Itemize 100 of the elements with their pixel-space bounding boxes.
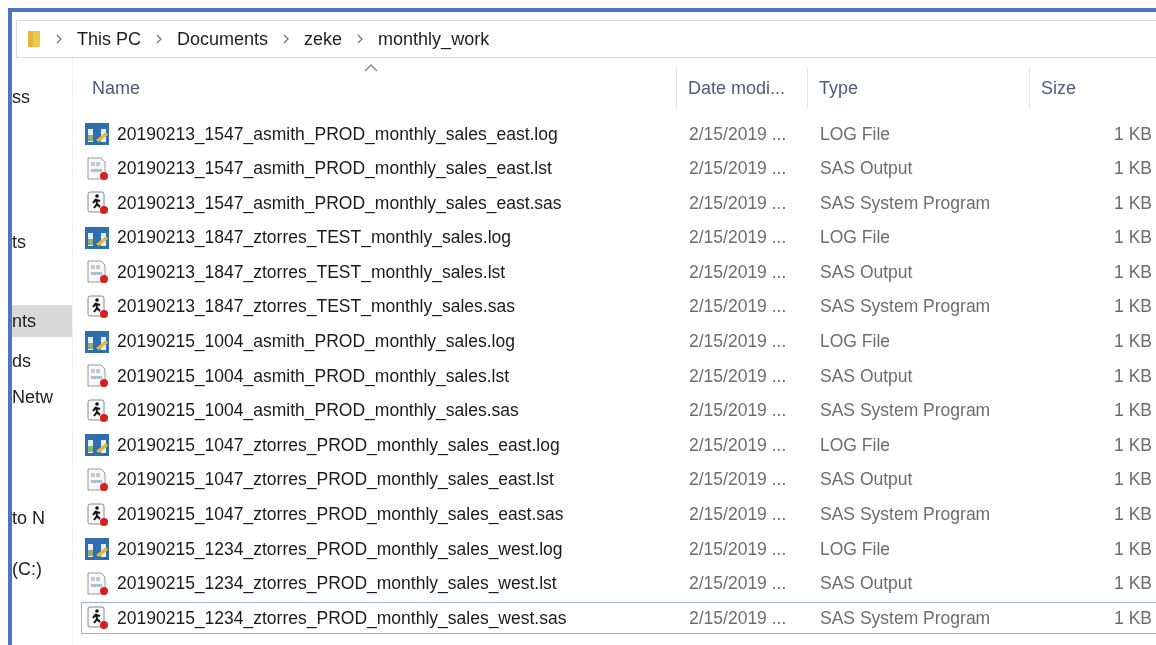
- document-icon: [84, 364, 110, 389]
- file-row[interactable]: 20190215_1047_ztorres_PROD_monthly_sales_east.log 2/15/2019 ... LOG File 1 KB: [81, 429, 1156, 462]
- nav-item[interactable]: (C:): [12, 553, 72, 585]
- file-row[interactable]: 20190215_1047_ztorres_PROD_monthly_sales_east.lst 2/15/2019 ... SAS Output 1 KB: [81, 463, 1156, 496]
- nav-item[interactable]: ds: [12, 345, 72, 377]
- type-cell-text: SAS Output: [819, 469, 914, 491]
- type-cell-text: SAS System Program: [819, 607, 992, 629]
- date-cell-text: 2/15/2019 ...: [688, 469, 788, 491]
- date-cell-text: 2/15/2019 ...: [688, 331, 788, 353]
- chevron-icon: [55, 34, 63, 44]
- file-row[interactable]: 20190213_1547_asmith_PROD_monthly_sales_east.sas 2/15/2019 ... SAS System Program 1 KB: [81, 187, 1156, 220]
- size-cell-text: 1 KB: [1113, 434, 1152, 456]
- size-cell-text: 1 KB: [1113, 573, 1152, 595]
- type-cell-text: SAS Output: [819, 261, 914, 283]
- column-header[interactable]: Type: [807, 68, 1029, 108]
- date-cell-text: 2/15/2019 ...: [688, 434, 788, 456]
- file-row[interactable]: 20190215_1004_asmith_PROD_monthly_sales.sas 2/15/2019 ... SAS System Program 1 KB: [81, 394, 1156, 427]
- file-name: 20190215_1047_ztorres_PROD_monthly_sales_east.log: [117, 434, 560, 456]
- chevron-icon: [282, 34, 291, 44]
- breadcrumb-item[interactable]: Documents: [177, 28, 269, 50]
- log-file-icon: [84, 225, 110, 250]
- nav-item[interactable]: to N: [12, 502, 72, 534]
- log-file-icon: [84, 122, 110, 146]
- size-cell-text: 1 KB: [1113, 296, 1152, 318]
- date-cell-text: 2/15/2019 ...: [688, 123, 788, 145]
- file-name: 20190215_1234_ztorres_PROD_monthly_sales_west.log: [117, 538, 563, 560]
- size-cell-text: 1 KB: [1113, 123, 1152, 145]
- type-cell-text: LOG File: [819, 123, 892, 145]
- type-cell-text: LOG File: [819, 331, 892, 353]
- date-cell-text: 2/15/2019 ...: [688, 261, 788, 283]
- document-icon: [84, 156, 110, 181]
- size-cell-text: 1 KB: [1113, 331, 1152, 353]
- runner-icon: [84, 502, 110, 527]
- nav-item[interactable]: nts: [12, 305, 72, 337]
- size-cell-text: 1 KB: [1113, 504, 1152, 526]
- column-header[interactable]: Date modi...: [676, 68, 807, 108]
- file-name: 20190215_1047_ztorres_PROD_monthly_sales_east.sas: [117, 504, 564, 526]
- file-name: 20190215_1004_asmith_PROD_monthly_sales.sas: [117, 400, 519, 422]
- date-cell-text: 2/15/2019 ...: [688, 400, 788, 422]
- file-name: 20190215_1234_ztorres_PROD_monthly_sales_west.lst: [117, 573, 557, 595]
- file-name: 20190213_1547_asmith_PROD_monthly_sales_east.log: [117, 123, 558, 145]
- size-cell-text: 1 KB: [1113, 261, 1152, 283]
- file-name: 20190215_1004_asmith_PROD_monthly_sales.log: [117, 331, 515, 353]
- nav-item[interactable]: Netw: [12, 381, 72, 413]
- log-file-icon: [84, 433, 110, 458]
- breadcrumb-item[interactable]: zeke: [304, 28, 343, 50]
- size-cell-text: 1 KB: [1113, 607, 1152, 629]
- file-row[interactable]: 20190213_1547_asmith_PROD_monthly_sales_east.lst 2/15/2019 ... SAS Output 1 KB: [81, 152, 1156, 185]
- file-row[interactable]: 20190215_1047_ztorres_PROD_monthly_sales_east.sas 2/15/2019 ... SAS System Program 1 KB: [81, 498, 1156, 531]
- size-cell-text: 1 KB: [1113, 538, 1152, 560]
- breadcrumb-item[interactable]: This PC: [77, 28, 141, 50]
- chevron-icon: [155, 34, 163, 44]
- type-cell-text: LOG File: [819, 227, 892, 249]
- file-row[interactable]: 20190215_1234_ztorres_PROD_monthly_sales_west.log 2/15/2019 ... LOG File 1 KB: [81, 533, 1156, 566]
- size-cell-text: 1 KB: [1113, 400, 1152, 422]
- date-cell-text: 2/15/2019 ...: [688, 504, 788, 526]
- file-name: 20190215_1047_ztorres_PROD_monthly_sales_east.lst: [117, 469, 554, 491]
- date-cell-text: 2/15/2019 ...: [688, 227, 788, 249]
- file-name: 20190213_1547_asmith_PROD_monthly_sales_east.lst: [117, 158, 552, 180]
- file-row[interactable]: 20190213_1847_ztorres_TEST_monthly_sales.log 2/15/2019 ... LOG File 1 KB: [81, 221, 1156, 254]
- file-row[interactable]: 20190215_1234_ztorres_PROD_monthly_sales_west.lst 2/15/2019 ... SAS Output 1 KB: [81, 567, 1156, 600]
- file-name: 20190213_1547_asmith_PROD_monthly_sales_east.sas: [117, 192, 562, 214]
- document-icon: [84, 571, 110, 596]
- file-row[interactable]: 20190215_1004_asmith_PROD_monthly_sales.lst 2/15/2019 ... SAS Output 1 KB: [81, 360, 1156, 393]
- column-header[interactable]: Size: [1029, 68, 1156, 108]
- date-cell-text: 2/15/2019 ...: [688, 538, 788, 560]
- file-row[interactable]: 20190213_1847_ztorres_TEST_monthly_sales.lst 2/15/2019 ... SAS Output 1 KB: [81, 256, 1156, 289]
- size-cell-text: 1 KB: [1113, 469, 1152, 491]
- date-cell-text: 2/15/2019 ...: [688, 192, 788, 214]
- file-row[interactable]: 20190215_1004_asmith_PROD_monthly_sales.log 2/15/2019 ... LOG File 1 KB: [81, 325, 1156, 358]
- date-cell-text: 2/15/2019 ...: [688, 158, 788, 180]
- document-icon: [84, 467, 110, 492]
- size-cell-text: 1 KB: [1113, 365, 1152, 387]
- file-row[interactable]: 20190215_1234_ztorres_PROD_monthly_sales_west.sas 2/15/2019 ... SAS System Program 1 KB: [81, 602, 1156, 635]
- sort-ascending-icon: [364, 63, 378, 72]
- date-cell-text: 2/15/2019 ...: [688, 296, 788, 318]
- type-cell-text: LOG File: [819, 434, 892, 456]
- file-name: 20190213_1847_ztorres_TEST_monthly_sales.sas: [117, 296, 515, 318]
- type-cell-text: SAS Output: [819, 158, 914, 180]
- file-row[interactable]: 20190213_1847_ztorres_TEST_monthly_sales.sas 2/15/2019 ... SAS System Program 1 KB: [81, 290, 1156, 323]
- chevron-icon: [356, 34, 365, 44]
- document-icon: [84, 260, 110, 285]
- date-cell-text: 2/15/2019 ...: [688, 573, 788, 595]
- nav-item[interactable]: ss: [12, 81, 72, 113]
- address-bar[interactable]: This PC Documents zeke monthly_work: [16, 20, 1156, 58]
- file-name: 20190215_1004_asmith_PROD_monthly_sales.lst: [117, 365, 510, 387]
- log-file-icon: [84, 537, 110, 562]
- log-file-icon: [84, 329, 110, 354]
- type-cell-text: SAS Output: [819, 365, 914, 387]
- breadcrumb-item[interactable]: monthly_work: [378, 28, 490, 50]
- column-header[interactable]: Name: [81, 68, 676, 108]
- type-cell-text: SAS System Program: [819, 192, 992, 214]
- runner-icon: [84, 191, 110, 216]
- file-name: 20190213_1847_ztorres_TEST_monthly_sales.log: [117, 227, 511, 249]
- type-cell-text: SAS System Program: [819, 400, 992, 422]
- type-cell-text: LOG File: [819, 538, 892, 560]
- date-cell-text: 2/15/2019 ...: [688, 365, 788, 387]
- file-row[interactable]: 20190213_1547_asmith_PROD_monthly_sales_east.log 2/15/2019 ... LOG File 1 KB: [81, 118, 1156, 150]
- type-cell-text: SAS System Program: [819, 296, 992, 318]
- nav-item[interactable]: ts: [12, 226, 72, 258]
